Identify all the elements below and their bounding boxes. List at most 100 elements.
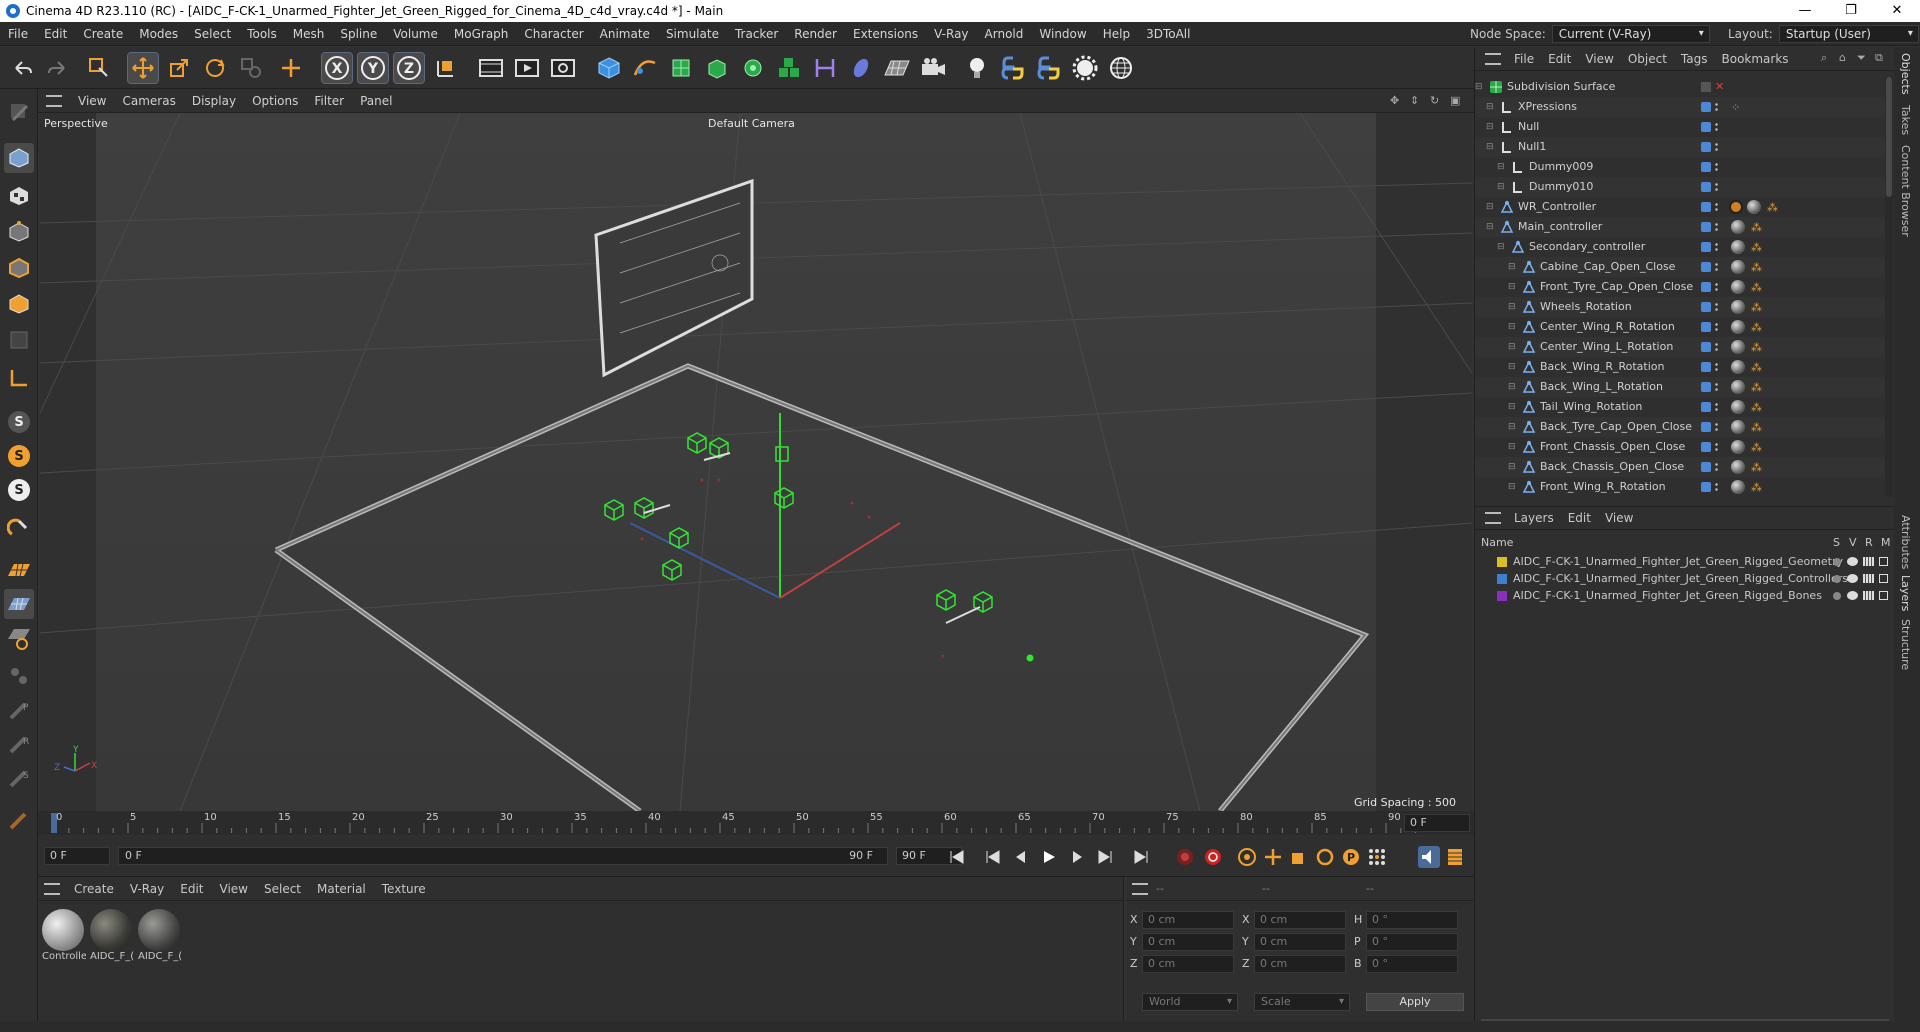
rotation-value-field[interactable]: 0 ° bbox=[1366, 933, 1458, 951]
visibility-dots[interactable] bbox=[1715, 102, 1718, 112]
layer-color-swatch[interactable] bbox=[1701, 222, 1711, 232]
tab-attributes[interactable]: Attributes bbox=[1899, 515, 1912, 569]
layer-color-swatch[interactable] bbox=[1497, 556, 1507, 567]
object-row[interactable]: ⊟ Back_Chassis_Open_Close ⁂ bbox=[1475, 457, 1885, 477]
material-menu-view[interactable]: View bbox=[212, 882, 256, 896]
make-editable-icon[interactable] bbox=[4, 97, 34, 127]
layer-row[interactable]: AIDC_F-CK-1_Unarmed_Fighter_Jet_Green_Ri… bbox=[1475, 553, 1895, 570]
snap-icon[interactable]: S bbox=[4, 407, 34, 437]
undo-icon[interactable] bbox=[8, 53, 38, 83]
visibility-dots[interactable] bbox=[1715, 322, 1718, 332]
key-position-icon[interactable] bbox=[1262, 846, 1284, 868]
grid-floor-icon[interactable] bbox=[4, 555, 34, 585]
tree-expander[interactable]: ⊟ bbox=[1508, 462, 1516, 472]
prev-key-icon[interactable] bbox=[982, 846, 1004, 868]
vray-settings-icon[interactable] bbox=[1070, 53, 1100, 83]
material-tag-icon[interactable] bbox=[1731, 460, 1745, 474]
workplane-icon[interactable] bbox=[4, 513, 34, 543]
key-parameter-icon[interactable]: P bbox=[1340, 846, 1362, 868]
tree-expander[interactable]: ⊟ bbox=[1508, 342, 1516, 352]
tree-expander[interactable]: ⊟ bbox=[1508, 322, 1516, 332]
object-menu-tags[interactable]: Tags bbox=[1674, 52, 1715, 66]
viewport-menu-panel[interactable]: Panel bbox=[352, 94, 400, 108]
object-row[interactable]: ⊟ Center_Wing_L_Rotation ⁂ bbox=[1475, 337, 1885, 357]
redo-icon[interactable] bbox=[42, 53, 72, 83]
layer-color-swatch[interactable] bbox=[1701, 362, 1711, 372]
layer-color-swatch[interactable] bbox=[1701, 202, 1711, 212]
xpresso-tag-icon[interactable]: ⁂ bbox=[1751, 321, 1762, 334]
extrude-icon[interactable] bbox=[702, 53, 732, 83]
layer-solo-toggle[interactable] bbox=[1833, 557, 1841, 566]
xpresso-tag-icon[interactable]: ⁂ bbox=[1751, 341, 1762, 354]
axis-mode-icon[interactable] bbox=[4, 363, 34, 393]
python-generator-icon[interactable] bbox=[1034, 53, 1064, 83]
material-menu-texture[interactable]: Texture bbox=[374, 882, 434, 896]
menu-mograph[interactable]: MoGraph bbox=[446, 22, 517, 46]
rotation-value-field[interactable]: 0 ° bbox=[1366, 955, 1458, 973]
layer-color-swatch[interactable] bbox=[1701, 302, 1711, 312]
reshape-tool-icon[interactable]: R bbox=[4, 729, 34, 759]
menu-simulate[interactable]: Simulate bbox=[658, 22, 727, 46]
layer-render-icon[interactable] bbox=[1863, 574, 1874, 583]
menu-select[interactable]: Select bbox=[186, 22, 239, 46]
xpresso-tag-icon[interactable]: ⁂ bbox=[1751, 481, 1762, 494]
object-row[interactable]: ⊟ Cabine_Cap_Open_Close ⁂ bbox=[1475, 257, 1885, 277]
object-row[interactable]: ⊟ Subdivision Surface ✕ bbox=[1475, 77, 1885, 97]
viewport-zoom-icon[interactable]: ⇕ bbox=[1410, 94, 1419, 107]
material-tag-icon[interactable] bbox=[1731, 260, 1745, 274]
floor-object-icon[interactable] bbox=[882, 53, 912, 83]
key-scale-icon[interactable] bbox=[1288, 846, 1310, 868]
render-view-icon[interactable] bbox=[476, 53, 506, 83]
layer-color-swatch[interactable] bbox=[1701, 422, 1711, 432]
play-icon[interactable] bbox=[1038, 846, 1060, 868]
visibility-dots[interactable] bbox=[1715, 382, 1718, 392]
layer-row[interactable]: AIDC_F-CK-1_Unarmed_Fighter_Jet_Green_Ri… bbox=[1475, 587, 1895, 604]
layer-row[interactable]: AIDC_F-CK-1_Unarmed_Fighter_Jet_Green_Ri… bbox=[1475, 570, 1895, 587]
autokeying-icon[interactable] bbox=[1202, 846, 1224, 868]
menu-tracker[interactable]: Tracker bbox=[727, 22, 786, 46]
tree-expander[interactable]: ⊟ bbox=[1486, 122, 1494, 132]
material-swatch[interactable]: AIDC_F_( bbox=[90, 909, 134, 962]
material-menu-edit[interactable]: Edit bbox=[172, 882, 211, 896]
menu-spline[interactable]: Spline bbox=[332, 22, 385, 46]
sound-icon[interactable] bbox=[1418, 846, 1440, 868]
object-row[interactable]: ⊟ Front_Wing_R_Rotation ⁂ bbox=[1475, 477, 1885, 497]
tree-expander[interactable]: ⊟ bbox=[1497, 162, 1505, 172]
menu-create[interactable]: Create bbox=[75, 22, 131, 46]
next-frame-icon[interactable] bbox=[1066, 846, 1088, 868]
object-row[interactable]: ⊟ Center_Wing_R_Rotation ⁂ bbox=[1475, 317, 1885, 337]
viewport-move-icon[interactable]: ✥ bbox=[1390, 94, 1399, 107]
lock-x-axis-icon[interactable]: X bbox=[321, 52, 353, 84]
locked-workplane-icon[interactable] bbox=[4, 623, 34, 653]
object-menu-object[interactable]: Object bbox=[1621, 52, 1674, 66]
maximize-button[interactable]: ❐ bbox=[1828, 0, 1874, 22]
tree-expander[interactable]: ⊟ bbox=[1508, 422, 1516, 432]
layer-color-swatch[interactable] bbox=[1497, 590, 1507, 601]
tree-expander[interactable]: ⊟ bbox=[1486, 202, 1494, 212]
layer-manager-icon[interactable] bbox=[1879, 591, 1888, 600]
size-value-field[interactable]: 0 cm bbox=[1254, 911, 1346, 929]
xpresso-tag-icon[interactable]: ⁂ bbox=[1751, 441, 1762, 454]
menu-modes[interactable]: Modes bbox=[131, 22, 186, 46]
rotation-value-field[interactable]: 0 ° bbox=[1366, 911, 1458, 929]
material-tag-icon[interactable] bbox=[1731, 240, 1745, 254]
filter-icon[interactable]: ⏷ bbox=[1857, 51, 1866, 65]
layer-manager-icon[interactable] bbox=[1879, 574, 1888, 583]
next-key-icon[interactable] bbox=[1094, 846, 1116, 868]
xpresso-tag-icon[interactable]: ⁂ bbox=[1751, 361, 1762, 374]
object-row[interactable]: ⊟ Front_Tyre_Cap_Open_Close ⁂ bbox=[1475, 277, 1885, 297]
timeline-window-icon[interactable] bbox=[1444, 846, 1466, 868]
layer-color-swatch[interactable] bbox=[1701, 402, 1711, 412]
material-tag-icon[interactable] bbox=[1731, 420, 1745, 434]
tab-structure[interactable]: Structure bbox=[1899, 619, 1912, 670]
visibility-dots[interactable] bbox=[1715, 162, 1718, 172]
size-value-field[interactable]: 0 cm bbox=[1254, 933, 1346, 951]
visibility-dots[interactable] bbox=[1715, 462, 1718, 472]
tree-expander[interactable]: ⊟ bbox=[1497, 242, 1505, 252]
visibility-dots[interactable] bbox=[1715, 242, 1718, 252]
paint-tool-icon[interactable] bbox=[4, 661, 34, 691]
menu-animate[interactable]: Animate bbox=[592, 22, 658, 46]
material-menu-create[interactable]: Create bbox=[66, 882, 122, 896]
deformer-icon[interactable] bbox=[810, 53, 840, 83]
object-scrollbar[interactable] bbox=[1885, 77, 1893, 497]
